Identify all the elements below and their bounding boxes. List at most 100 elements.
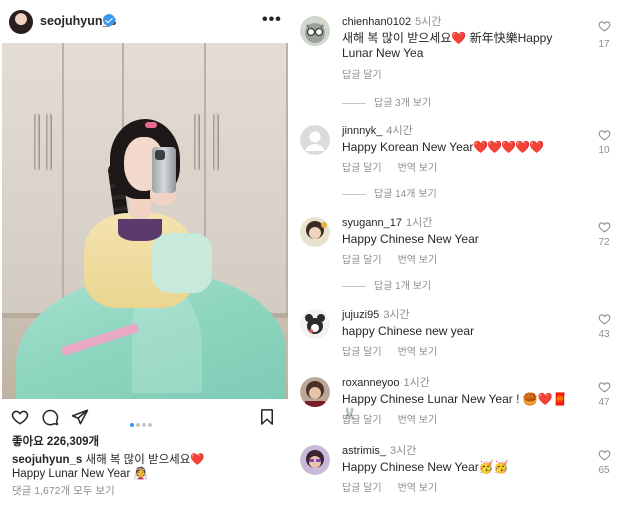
view-all-comments-link[interactable]: 댓글 1,672개 모두 보기 [12, 483, 115, 498]
hanbok-sleeve [152, 233, 212, 293]
view-replies-label[interactable]: 답글 1개 보기 [374, 281, 431, 292]
comment-time: 4시간 [386, 125, 413, 137]
translate-button[interactable]: 번역 보기 [398, 483, 438, 494]
phone-camera [155, 150, 165, 160]
wardrobe-handle [46, 113, 52, 171]
bride-emoji: 👰 [133, 468, 148, 480]
comment-text: Happy Korean New Year❤️❤️❤️❤️❤️ [342, 140, 582, 155]
wardrobe-door [2, 43, 64, 318]
heart-outline-icon[interactable] [598, 381, 611, 393]
heart-outline-icon[interactable] [598, 20, 611, 32]
comment-body: Happy Korean New Year [342, 140, 474, 154]
comment-actions: 답글 달기 번역 보기 [342, 343, 453, 358]
comment-like-button[interactable] [596, 221, 612, 233]
reply-button[interactable]: 답글 달기 [342, 347, 382, 358]
cat-with-glasses-avatar-icon[interactable] [300, 16, 330, 46]
comment-like-count: 10 [598, 145, 610, 156]
comment-like-button[interactable] [596, 449, 612, 461]
comment-actions: 답글 달기 [342, 66, 398, 81]
comment-item: chienhan0102 5시간 새해 복 많이 받으세요❤️ 新年快樂Happy… [296, 0, 630, 81]
save-bookmark-icon[interactable] [258, 408, 276, 426]
reply-button[interactable]: 답글 달기 [342, 70, 382, 81]
heart-outline-icon[interactable] [598, 449, 611, 461]
comment-header: astrimis_ 3시간 [342, 442, 416, 458]
heart-outline-icon[interactable] [598, 221, 611, 233]
more-options-icon[interactable]: ••• [262, 12, 282, 28]
view-replies-link[interactable]: 답글 3개 보기 [342, 94, 431, 109]
wardrobe-handle [194, 113, 200, 171]
caption-username[interactable]: seojuhyun_s [12, 454, 82, 466]
translate-button[interactable]: 번역 보기 [398, 415, 438, 426]
heart-outline-icon[interactable] [598, 313, 611, 325]
comment-actions: 답글 달기 번역 보기 [342, 251, 453, 266]
translate-button[interactable]: 번역 보기 [398, 255, 438, 266]
comment-item: jujuzi95 3시간 happy Chinese new year 답글 달기… [296, 293, 630, 358]
comment-text: Happy Chinese New Year [342, 232, 479, 246]
comment-like-count: 72 [598, 237, 610, 248]
reply-button[interactable]: 답글 달기 [342, 255, 382, 266]
comment-username[interactable]: jujuzi95 [342, 309, 379, 321]
divider-line [342, 285, 366, 287]
comment-like-count: 43 [598, 329, 610, 340]
comment-time: 3시간 [390, 445, 417, 457]
wardrobe-door [206, 43, 288, 318]
comment-time: 5시간 [415, 16, 442, 28]
post-caption-line2: Happy Lunar New Year 👰 [12, 466, 148, 480]
woman-avatar-icon[interactable] [300, 377, 330, 407]
divider-line [342, 102, 366, 104]
comment-username[interactable]: roxanneyoo [342, 377, 400, 389]
comment-header: jujuzi95 3시간 [342, 306, 410, 322]
comment-username[interactable]: chienhan0102 [342, 16, 411, 28]
view-replies-label[interactable]: 답글 14개 보기 [374, 189, 437, 200]
view-replies-link[interactable]: 답글 14개 보기 [342, 185, 437, 200]
share-paper-plane-icon[interactable] [71, 408, 89, 426]
comment-like-button[interactable] [596, 313, 612, 325]
woman-sunglasses-avatar-icon[interactable] [300, 445, 330, 475]
carousel-indicator [130, 414, 154, 432]
translate-button[interactable]: 번역 보기 [398, 347, 438, 358]
comment-username[interactable]: syugann_17 [342, 217, 402, 229]
cartoon-bear-avatar-icon[interactable] [300, 309, 330, 339]
comment-like-button[interactable] [596, 381, 612, 393]
translate-button[interactable]: 번역 보기 [398, 163, 438, 174]
verified-badge-icon [103, 14, 115, 26]
carousel-dot [130, 423, 134, 427]
post-photo[interactable] [2, 43, 288, 399]
default-avatar-icon[interactable] [300, 125, 330, 155]
post-author-avatar[interactable] [9, 10, 33, 34]
comment-text: happy Chinese new year [342, 324, 475, 338]
reply-button[interactable]: 답글 달기 [342, 415, 382, 426]
comment-like-count: 17 [598, 39, 610, 50]
heart-emoji: ❤️ [190, 454, 205, 466]
comment-actions: 답글 달기 번역 보기 [342, 411, 453, 426]
comment-time: 1시간 [403, 377, 430, 389]
post-caption: seojuhyun_s 새해 복 많이 받으세요❤️ [12, 451, 205, 467]
comment-username[interactable]: jinnnyk_ [342, 125, 382, 137]
hanbok-collar [118, 219, 162, 241]
comment-item: jinnnyk_ 4시간 Happy Korean New Year❤️❤️❤️❤… [296, 109, 630, 174]
comment-text: 새해 복 많이 받으세요❤️ 新年快樂Happy Lunar New Yea [342, 31, 553, 60]
comment-time: 3시간 [383, 309, 410, 321]
view-replies-label[interactable]: 답글 3개 보기 [374, 98, 431, 109]
reply-button[interactable]: 답글 달기 [342, 483, 382, 494]
comments-panel: chienhan0102 5시간 새해 복 많이 받으세요❤️ 新年快樂Happy… [296, 0, 630, 510]
comment-actions: 답글 달기 번역 보기 [342, 159, 453, 174]
girl-avatar-icon[interactable] [300, 217, 330, 247]
comment-header: syugann_17 1시간 [342, 214, 432, 230]
comment-like-button[interactable] [596, 20, 612, 32]
like-heart-icon[interactable] [11, 408, 29, 426]
hearts-emoji: ❤️❤️❤️❤️❤️ [473, 140, 544, 154]
comment-body: Happy Chinese Lunar New Year ! [342, 392, 520, 406]
heart-outline-icon[interactable] [598, 129, 611, 141]
reply-button[interactable]: 답글 달기 [342, 163, 382, 174]
caption-text-line2: Happy Lunar New Year [12, 468, 131, 480]
carousel-dot [142, 423, 146, 427]
view-replies-link[interactable]: 답글 1개 보기 [342, 277, 431, 292]
comment-like-count: 65 [598, 465, 610, 476]
caption-text: 새해 복 많이 받으세요 [85, 454, 191, 466]
comment-like-button[interactable] [596, 129, 612, 141]
comment-username[interactable]: astrimis_ [342, 445, 386, 457]
comment-bubble-icon[interactable] [41, 408, 59, 426]
likes-count[interactable]: 좋아요 226,309개 [12, 433, 99, 449]
comment-header: chienhan0102 5시간 [342, 13, 441, 29]
